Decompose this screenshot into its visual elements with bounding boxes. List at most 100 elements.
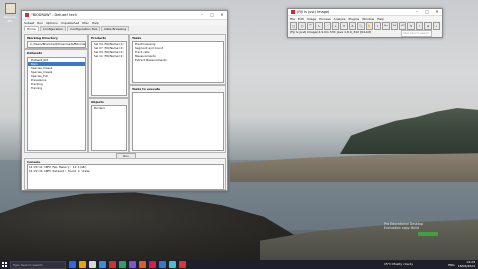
tab-configuration-tool[interactable]: Configuration Tool (67, 26, 101, 31)
tab-data-browsing[interactable]: Data Browsing (101, 26, 130, 31)
oval-tool-icon[interactable]: ○ (298, 21, 306, 30)
taskbar-app-icon[interactable] (89, 261, 96, 268)
menu-run[interactable]: Run (37, 21, 43, 25)
fiji-title: (Fiji Is Just) ImageJ (297, 10, 330, 14)
more-tools-icon[interactable]: » (432, 21, 441, 30)
fiji-titlebar[interactable]: (Fiji Is Just) ImageJ – □ ✕ (288, 9, 442, 16)
close-icon[interactable]: ✕ (217, 11, 227, 19)
taskbar-app-icon[interactable] (169, 261, 176, 268)
fiji-menu-image[interactable]: Image (307, 17, 316, 21)
maximize-icon[interactable]: □ (207, 11, 217, 19)
lut-tool-icon[interactable]: LUT (399, 21, 407, 30)
products-list[interactable]: Sel 04 (HQ/Name=1) Sel 07 (HQ/Name=1) Se… (91, 41, 127, 96)
dev-tool-icon[interactable]: Dev (382, 21, 390, 30)
shore-scene (230, 153, 478, 182)
datasets-panel: Datasets Dataset_001 Main Species_Class1… (24, 49, 88, 153)
rectangle-tool-icon[interactable]: □ (290, 21, 298, 30)
stack-tool-icon[interactable]: Stk (390, 21, 399, 30)
taskbar-app-icon[interactable] (139, 261, 146, 268)
weather-widget[interactable]: 15°C Mostly cloudy (384, 260, 413, 269)
clock-date: 18/06/2024 (457, 263, 475, 268)
taskbar-search-input[interactable]: Type here to search (10, 260, 66, 269)
fiji-menu-process[interactable]: Process (319, 17, 330, 21)
menu-tool-icon[interactable]: ≡ (424, 21, 432, 30)
console-output[interactable]: 14:29:14 INFO Max Memory: 12.1(GB) 14:29… (27, 164, 224, 190)
desktop-icon-label: Recycle Bin (4, 15, 16, 23)
app-tabs: Home Configuration Configuration Tool Da… (22, 25, 227, 31)
taskbar-apps (66, 261, 186, 268)
fiji-search-input[interactable]: Click here to search (401, 30, 432, 37)
fiji-menu-help[interactable]: Help (377, 17, 384, 21)
task-item[interactable]: Extract Measurements (133, 58, 223, 62)
freehand-tool-icon[interactable]: ∿ (315, 21, 323, 30)
menu-subset[interactable]: Subset (24, 21, 34, 25)
taskbar-app-icon[interactable] (159, 261, 166, 268)
tasks-to-execute-list[interactable] (132, 92, 224, 151)
products-label: Products (91, 36, 107, 40)
point-tool-icon[interactable]: + (331, 21, 340, 30)
fiji-menu-plugins[interactable]: Plugins (348, 17, 359, 21)
taskbar-app-icon[interactable] (149, 261, 156, 268)
working-directory-path: C:/Users/Bhalinkadi/Downloads/Bitnl/data… (30, 42, 85, 46)
app-window: "BIODRAW" - Deluxe! tech – □ ✕ Subset Ru… (21, 10, 228, 191)
taskbar-app-icon[interactable] (119, 261, 126, 268)
brush-tool-icon[interactable]: ⁄ (415, 21, 424, 30)
dataset-item[interactable]: Training (28, 86, 85, 90)
fiji-close-icon[interactable]: ✕ (432, 9, 442, 15)
datasets-tree[interactable]: Dataset_001 Main Species_Class1 Species_… (27, 57, 86, 151)
product-item[interactable]: Sel 11 (HQ/Name=1) (92, 54, 126, 58)
desktop-icon-recycle-bin[interactable]: Recycle Bin (2, 3, 18, 23)
line-tool-icon[interactable]: ／ (323, 21, 331, 30)
working-directory-label: Working Directory (27, 36, 58, 40)
tab-home[interactable]: Home (24, 26, 39, 31)
fiji-minimize-icon[interactable]: – (412, 9, 422, 15)
hand-tool-icon[interactable]: ✋ (365, 21, 373, 30)
zoom-tool-icon[interactable]: 🔍 (357, 21, 365, 30)
wand-tool-icon[interactable]: ✦ (340, 21, 348, 30)
watermark-badge (418, 232, 438, 236)
taskbar-app-icon[interactable] (109, 261, 116, 268)
taskbar: Type here to search 15°C Mostly cloudy E… (0, 260, 478, 269)
fiji-menu-file[interactable]: File (290, 17, 295, 21)
working-directory-field[interactable]: C:/Users/Bhalinkadi/Downloads/Bitnl/data… (27, 41, 86, 48)
products-panel: Products Sel 04 (HQ/Name=1) Sel 07 (HQ/N… (88, 34, 129, 98)
start-button[interactable] (0, 260, 8, 269)
taskbar-app-icon[interactable] (99, 261, 106, 268)
app-logo-icon (25, 13, 29, 17)
polygon-tool-icon[interactable]: ⌒ (306, 21, 315, 30)
minimize-icon[interactable]: – (197, 11, 207, 19)
fiji-logo-icon (291, 10, 295, 14)
app-title: "BIODRAW" - Deluxe! tech (31, 13, 77, 17)
menu-misc[interactable]: Misc (82, 21, 89, 25)
console-panel: Console 14:29:14 INFO Max Memory: 12.1(G… (24, 158, 226, 190)
tasks-label: Tasks (132, 36, 142, 40)
menu-help[interactable]: Help (92, 21, 99, 25)
watermark-line-2: Evaluation copy. Build (384, 226, 420, 230)
objects-panel: Objects Borders (88, 98, 129, 153)
working-directory-panel: Working Directory C:/Users/Bhalinkadi/Do… (24, 34, 88, 49)
dropper-tool-icon[interactable]: ⌖ (373, 21, 382, 30)
menu-unpublished[interactable]: Unpublished (61, 21, 80, 25)
taskbar-app-icon[interactable] (129, 261, 136, 268)
taskbar-app-icon[interactable] (79, 261, 86, 268)
fiji-toolbar: □ ○ ⌒ ∿ ／ + ✦ A 🔍 ✋ ⌖ Dev Stk LUT ✎ ⁄ ≡ … (288, 21, 442, 30)
text-tool-icon[interactable]: A (348, 21, 357, 30)
windows-icon (1, 262, 7, 267)
app-titlebar[interactable]: "BIODRAW" - Deluxe! tech – □ ✕ (22, 11, 227, 20)
object-item[interactable]: Borders (92, 106, 126, 110)
clock[interactable]: 14:29 18/06/2024 (457, 260, 475, 268)
tasks-list[interactable]: Pre-Processing Segment and Count Track c… (132, 41, 224, 83)
taskbar-app-icon[interactable] (69, 261, 76, 268)
tab-configuration[interactable]: Configuration (39, 26, 67, 31)
taskbar-app-icon[interactable] (179, 261, 186, 268)
language-indicator[interactable]: ENG (448, 263, 454, 267)
fiji-menu-window[interactable]: Window (362, 17, 374, 21)
console-line: 14:29:16 INFO Dataset: found 4 items (29, 168, 90, 173)
fiji-menu-analyze[interactable]: Analyze (334, 17, 346, 21)
pencil-tool-icon[interactable]: ✎ (407, 21, 415, 30)
tasks-to-execute-label: Tasks to execute (132, 87, 161, 91)
objects-list[interactable]: Borders (91, 105, 127, 151)
menu-options[interactable]: Options (46, 21, 58, 25)
fiji-maximize-icon[interactable]: □ (422, 9, 432, 15)
fiji-menu-edit[interactable]: Edit (298, 17, 304, 21)
